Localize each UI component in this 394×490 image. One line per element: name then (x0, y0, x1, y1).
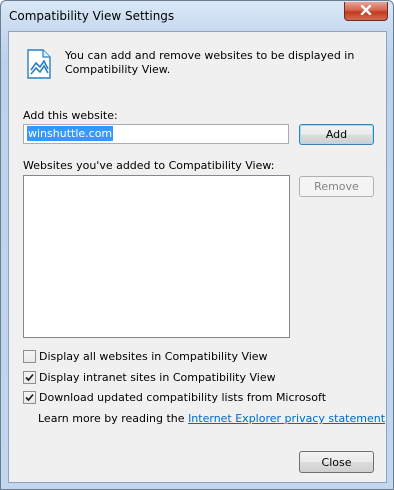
websites-list[interactable] (23, 175, 290, 338)
option-download-lists[interactable]: Download updated compatibility lists fro… (23, 390, 326, 405)
option-display-all-label: Display all websites in Compatibility Vi… (39, 350, 268, 363)
option-download-lists-label: Download updated compatibility lists fro… (39, 391, 327, 404)
title-bar[interactable]: Compatibility View Settings (1, 1, 393, 31)
option-display-intranet-label: Display intranet sites in Compatibility … (39, 371, 276, 384)
dialog-content: You can add and remove websites to be di… (8, 31, 387, 483)
dialog-window: Compatibility View Settings You can add … (0, 0, 394, 490)
close-icon (360, 4, 372, 18)
website-input-value: winshuttle.com (27, 126, 114, 141)
window-title: Compatibility View Settings (9, 9, 175, 23)
learn-more-prefix: Learn more by reading the (38, 412, 185, 425)
learn-more-text: Learn more by reading the Internet Explo… (38, 412, 385, 425)
option-display-intranet[interactable]: Display intranet sites in Compatibility … (23, 370, 276, 385)
privacy-statement-link[interactable]: Internet Explorer privacy statement (188, 412, 385, 425)
info-text: You can add and remove websites to be di… (65, 49, 355, 76)
website-input[interactable]: winshuttle.com (23, 124, 289, 144)
checkbox-display-all[interactable] (23, 350, 36, 363)
add-button[interactable]: Add (299, 124, 374, 145)
checkmark-icon (25, 393, 34, 402)
checkmark-icon (25, 373, 34, 382)
remove-button[interactable]: Remove (299, 176, 374, 197)
window-close-button[interactable] (344, 2, 388, 21)
checkbox-download-lists[interactable] (23, 391, 36, 404)
option-display-all[interactable]: Display all websites in Compatibility Vi… (23, 349, 268, 364)
checkbox-display-intranet[interactable] (23, 371, 36, 384)
close-button[interactable]: Close (299, 451, 374, 473)
websites-list-label: Websites you've added to Compatibility V… (23, 159, 275, 172)
compatibility-view-icon (27, 49, 51, 79)
add-website-label: Add this website: (23, 109, 118, 122)
